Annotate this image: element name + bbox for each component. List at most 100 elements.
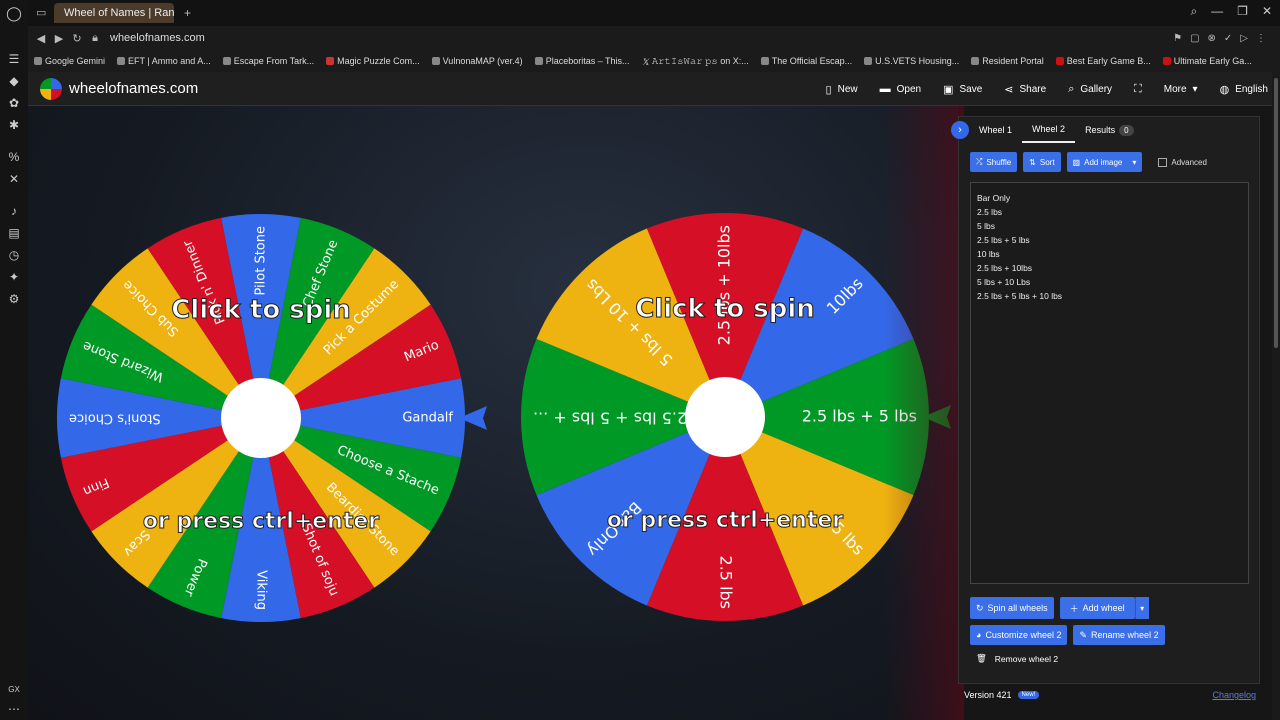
entry-line: 5 lbs — [977, 221, 995, 231]
percent-icon[interactable]: % — [0, 146, 28, 168]
advanced-checkbox[interactable]: Advanced — [1158, 157, 1207, 167]
sort-button[interactable]: ⇅ Sort — [1023, 152, 1061, 172]
wheel-logo-icon[interactable] — [40, 77, 62, 100]
shuffle-button[interactable]: ⤮ Shuffle — [970, 152, 1018, 172]
wheel-1[interactable]: GandalfChoose a StacheBeardier StoneShot… — [56, 214, 487, 622]
bookmark-item[interactable]: EFT | Ammo and A... — [117, 56, 211, 66]
plus-icon: ＋ — [1069, 603, 1079, 614]
slice-label: Gandalf — [402, 411, 453, 426]
changelog-link[interactable]: Changelog — [1212, 690, 1256, 700]
add-wheel-dropdown[interactable]: ▾ — [1134, 597, 1149, 619]
wheel-2[interactable]: 2.5 lbs + 5 lbs5 lbs2.5 lbsBar Only2.5 l… — [521, 213, 951, 622]
address-bar: ◀ ▶ ↻ 🔒︎ wheelofnames.com ⚑▢⊗✓▷⋮ — [28, 26, 1280, 50]
sidebar-app-icon[interactable]: ◆ — [0, 70, 28, 92]
sidebar-app-icon[interactable]: ✿ — [0, 92, 28, 114]
browser-sidebar: ◯ ☰ ◆ ✿ ✱ % ✕ ♪ ▤ ◷ ✦ ⚙ GX ⋯ — [0, 0, 28, 720]
checkbox-box[interactable] — [1158, 157, 1168, 167]
sidebar-app-icon[interactable]: ✦ — [0, 266, 28, 288]
bookmark-item[interactable]: Magic Puzzle Com... — [326, 56, 420, 66]
sidebar-app-icon[interactable]: ☰ — [0, 48, 28, 70]
panel-footer: Version 421 New! Changelog — [958, 684, 1260, 706]
top-menu: ▯ New ▬ Open ▣ Save ⋖ Share ⌕ Gallery ⛶ More ▾… — [826, 72, 1280, 106]
wheel-pointer-icon — [923, 405, 951, 429]
trash-icon: 🗑︎ — [976, 653, 987, 663]
entry-line: 2.5 lbs + 10lbs — [977, 263, 1033, 273]
bookmark-item[interactable]: Resident Portal — [971, 56, 1044, 66]
bookmarks-bar: Google Gemini EFT | Ammo and A... Escape… — [28, 50, 1280, 72]
collapse-panel-icon[interactable]: › — [951, 121, 969, 139]
share-button[interactable]: ⋖ Share — [1004, 83, 1046, 96]
tab-overview-icon[interactable]: ▭ — [36, 6, 46, 19]
share-icon: ⋖ — [1004, 83, 1014, 96]
maximize-icon[interactable]: ❐ — [1237, 4, 1248, 19]
bookmark-item[interactable]: U.S.VETS Housing... — [864, 56, 959, 66]
x-icon[interactable]: ✕ — [0, 168, 28, 190]
search-icon[interactable]: ⌕ — [1190, 4, 1197, 19]
open-button[interactable]: ▬ Open — [880, 83, 921, 95]
bookmark-item[interactable]: Ultimate Early Ga... — [1162, 56, 1252, 66]
bookmark-item[interactable]: Escape From Tark... — [222, 56, 314, 66]
more-icon[interactable]: ⋯ — [0, 698, 28, 720]
save-button[interactable]: ▣ Save — [943, 83, 982, 96]
sidebar-app-icon[interactable]: ▤ — [0, 222, 28, 244]
more-button[interactable]: More ▾ — [1164, 84, 1198, 95]
rename-wheel-button[interactable]: ✎ Rename wheel 2 — [1073, 625, 1165, 645]
bookmark-item[interactable]: The Official Escap... — [760, 56, 852, 66]
bookmark-item[interactable]: Placeboritas – This... — [534, 56, 630, 66]
reload-icon[interactable]: ↻ — [68, 32, 86, 45]
tab-wheel-2[interactable]: Wheel 2 — [1022, 117, 1076, 143]
forward-icon[interactable]: ▶ — [50, 32, 68, 45]
entries-textarea[interactable]: Bar Only 2.5 lbs 5 lbs 2.5 lbs + 5 lbs 1… — [970, 182, 1249, 584]
browser-tab[interactable]: Wheel of Names | Random — [54, 3, 174, 23]
slice-label: 2.5 lbs + 5 lbs + ... — [533, 409, 687, 428]
entry-line: 2.5 lbs + 5 lbs + 10 lbs — [977, 291, 1063, 301]
spin-all-button[interactable]: ↻ Spin all wheels — [970, 597, 1054, 619]
click-to-spin-text: Click to spin — [171, 295, 351, 325]
wheels-canvas: GandalfChoose a StacheBeardier StoneShot… — [56, 213, 951, 622]
entry-line: Bar Only — [977, 193, 1011, 203]
globe-icon: ◍ — [1219, 83, 1230, 96]
bookmark-item[interactable]: Best Early Game B... — [1055, 56, 1151, 66]
press-ctrl-enter-text: or press ctrl+enter — [143, 509, 379, 534]
folder-icon: ▬ — [879, 83, 891, 95]
language-button[interactable]: ◍ English — [1220, 83, 1268, 96]
search-icon: ⌕ — [1068, 82, 1075, 95]
tab-results[interactable]: Results 0 — [1075, 117, 1143, 143]
file-icon: ▯ — [825, 83, 832, 96]
lock-icon: 🔒︎ — [92, 31, 98, 44]
bookmark-item[interactable]: VulnonaMAP (ver.4) — [431, 56, 523, 66]
browser-window: ◯ ☰ ◆ ✿ ✱ % ✕ ♪ ▤ ◷ ✦ ⚙ GX ⋯ ▭ Wheel of … — [0, 0, 1280, 720]
extension-icons[interactable]: ⚑▢⊗✓▷⋮ — [1173, 33, 1274, 44]
slice-label: Viking — [254, 570, 269, 610]
back-icon[interactable]: ◀ — [32, 32, 50, 45]
close-icon[interactable]: ✕ — [1262, 4, 1272, 19]
bookmark-item[interactable]: 𝕏 𝙰𝚛𝚝𝙸𝚜𝚆𝚊𝚛 𝚙𝚜 on X:... — [642, 56, 749, 68]
site-name[interactable]: wheelofnames.com — [69, 80, 198, 97]
fullscreen-button[interactable]: ⛶ — [1134, 83, 1142, 96]
customize-wheel-button[interactable]: ◕ Customize wheel 2 — [970, 625, 1068, 645]
new-tab-icon[interactable]: + — [184, 6, 191, 20]
sidebar-app-icon[interactable]: ◷ — [0, 244, 28, 266]
image-icon: ▨ — [1072, 157, 1081, 167]
sidebar-app-icon[interactable]: ✱ — [0, 114, 28, 136]
add-wheel-button[interactable]: ＋ Add wheel — [1059, 597, 1135, 619]
settings-icon[interactable]: ⚙ — [0, 288, 28, 310]
tab-wheel-1[interactable]: Wheel 1 — [969, 117, 1022, 143]
sidebar-app-icon[interactable]: ♪ — [0, 200, 28, 222]
new-button[interactable]: ▯ New — [826, 83, 858, 96]
chevron-down-icon: ▾ — [1132, 157, 1137, 167]
page-scrollbar[interactable] — [1272, 72, 1280, 720]
remove-wheel-button[interactable]: 🗑︎ Remove wheel 2 — [970, 653, 1058, 664]
url-field[interactable]: wheelofnames.com — [110, 32, 205, 44]
minimize-icon[interactable]: — — [1211, 4, 1223, 19]
add-image-button[interactable]: ▨ Add image ▾ — [1066, 152, 1143, 172]
opera-logo-icon[interactable]: ◯ — [0, 0, 28, 26]
shuffle-icon: ⤮ — [976, 157, 983, 166]
bookmark-item[interactable]: Google Gemini — [34, 56, 105, 66]
tab-bar: ▭ Wheel of Names | Random + ⌕ — ❐ ✕ — [28, 0, 1280, 26]
tab-title: Wheel of Names | Random — [64, 7, 174, 19]
gallery-button[interactable]: ⌕ Gallery — [1068, 83, 1112, 96]
version-label: Version 421 — [964, 690, 1012, 700]
palette-icon: ◕ — [976, 630, 982, 640]
slice-label: 2.5 lbs + 10lbs — [715, 225, 734, 345]
